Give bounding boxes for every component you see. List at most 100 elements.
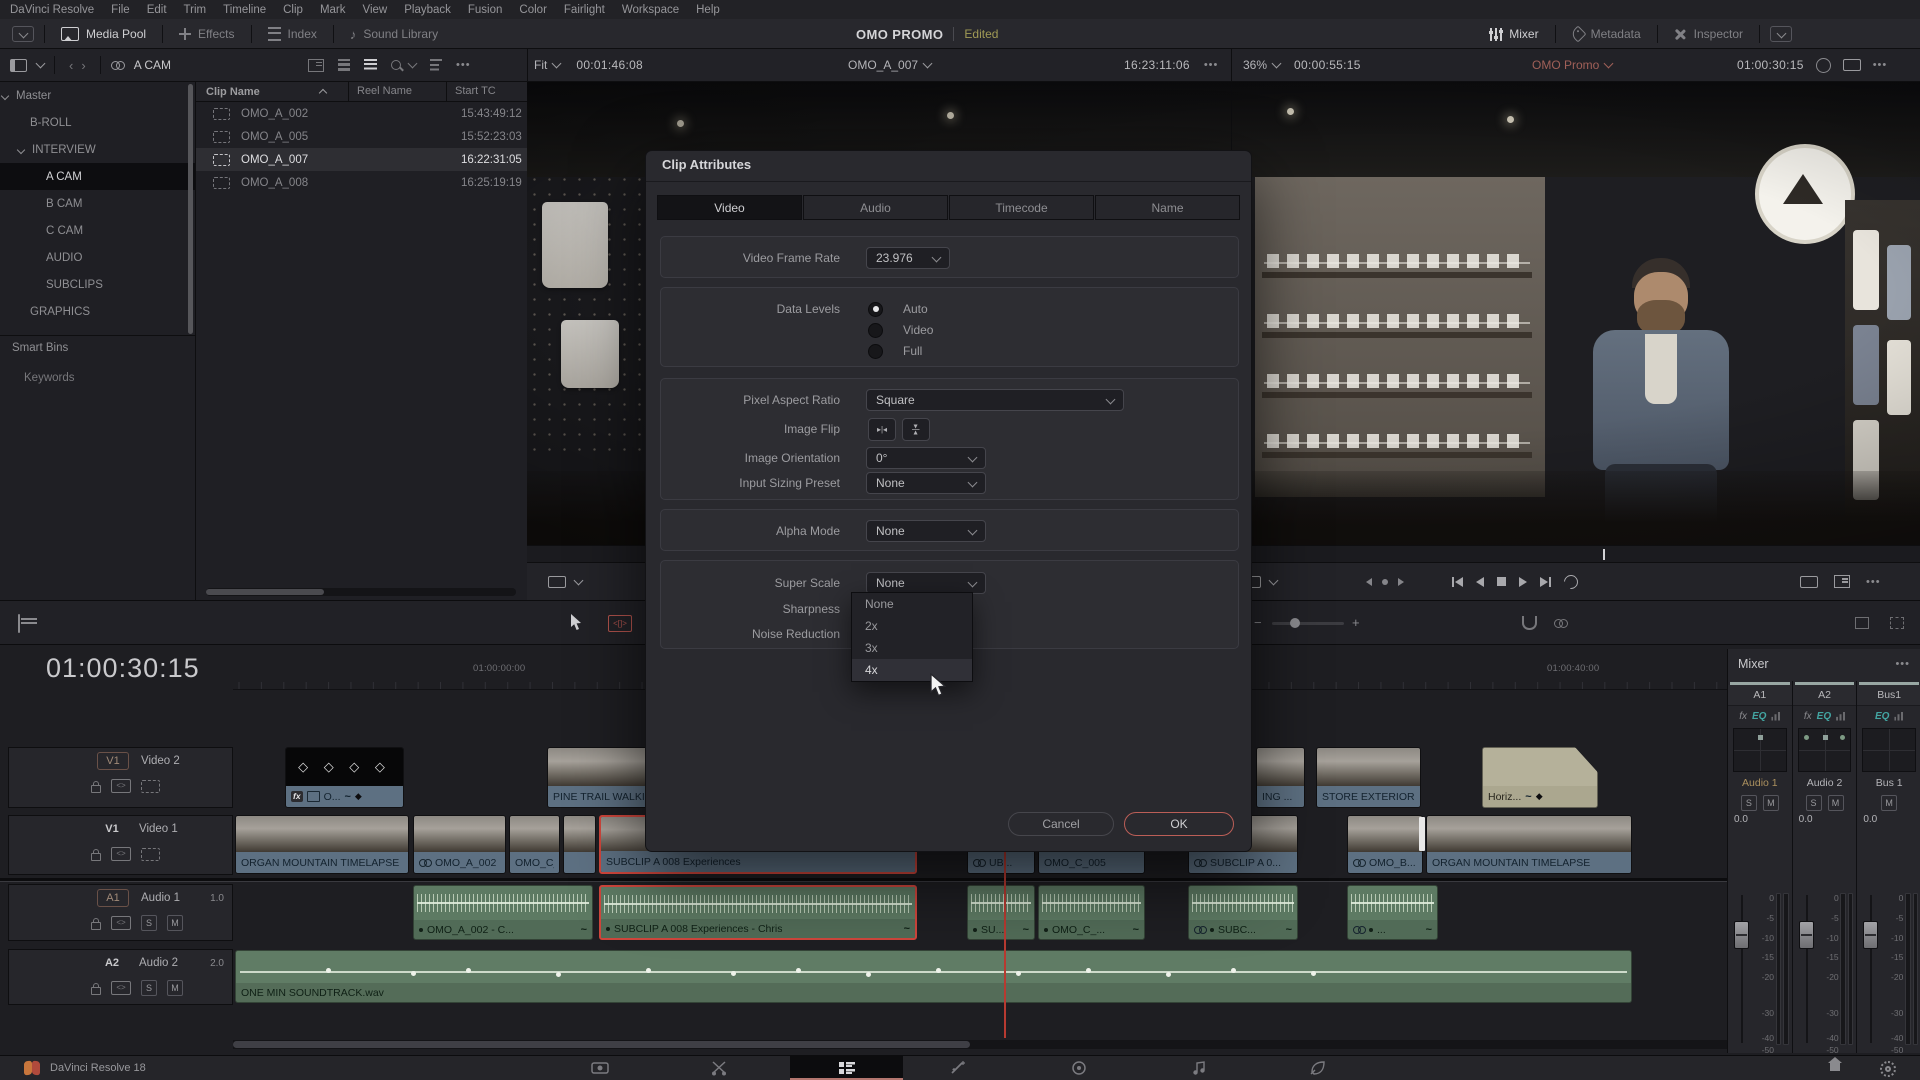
clip-row[interactable]: OMO_A_002 15:43:49:12 <box>196 102 527 125</box>
back-button[interactable]: ‹ <box>65 58 77 73</box>
page-media[interactable] <box>577 1056 623 1080</box>
play-button[interactable] <box>1519 577 1527 587</box>
metadata-view-icon[interactable] <box>308 59 324 72</box>
fader[interactable]: 0-5-10-15-20-30-40-50 <box>1857 889 1920 1049</box>
timeline-extra-icon[interactable] <box>1855 617 1869 629</box>
keywords-item[interactable]: Keywords <box>24 372 75 384</box>
source-clip-chevron-icon[interactable] <box>923 59 933 69</box>
track-header-video1[interactable]: V1Video 1 <> <box>8 815 233 875</box>
eq-label[interactable]: EQ <box>1752 711 1766 722</box>
timeline-overlay-chevron-icon[interactable] <box>1269 575 1279 585</box>
zoom-in-icon[interactable]: + <box>1352 615 1360 630</box>
radio-auto[interactable] <box>868 302 883 317</box>
fx-label[interactable]: fx <box>1804 711 1812 722</box>
next-marker-icon[interactable] <box>1398 578 1404 586</box>
bin-item[interactable]: INTERVIEW <box>0 136 195 163</box>
auto-select-icon[interactable]: <> <box>111 779 131 793</box>
source-overlay-icon[interactable] <box>548 576 566 588</box>
menu-item[interactable]: Clip <box>283 4 303 16</box>
column-start-tc[interactable]: Start TC <box>446 82 527 101</box>
source-zoom-chevron-icon[interactable] <box>552 59 562 69</box>
track-enable-icon[interactable] <box>141 848 160 861</box>
fader-handle[interactable] <box>1799 921 1814 949</box>
fader-handle[interactable] <box>1734 921 1749 949</box>
menu-item[interactable]: File <box>111 4 130 16</box>
menu-item[interactable]: Edit <box>147 4 167 16</box>
alpha-mode-select[interactable]: None <box>866 520 986 542</box>
timeline-clip[interactable]: OMO_B... <box>1347 815 1423 874</box>
zoom-out-icon[interactable]: − <box>1254 615 1262 630</box>
media-pool-button[interactable]: Media Pool <box>55 27 152 41</box>
timeline-view-options-icon[interactable] <box>18 614 20 633</box>
column-reel-name[interactable]: Reel Name <box>348 82 446 101</box>
track-patch[interactable]: A2 <box>97 957 127 969</box>
track-patch[interactable]: V1 <box>97 823 127 835</box>
last-frame-button[interactable] <box>1540 577 1551 587</box>
timeline-zoom-slider[interactable] <box>1272 622 1344 625</box>
bin-item[interactable]: B-ROLL <box>0 109 195 136</box>
timeline-zoom-chevron-icon[interactable] <box>1272 59 1282 69</box>
panel-collapse-button[interactable] <box>12 26 34 42</box>
timeline-extra-icon[interactable] <box>1890 617 1904 629</box>
list-view-icon[interactable] <box>364 59 377 72</box>
search-chevron-icon[interactable] <box>408 59 418 69</box>
menu-item[interactable]: DaVinci Resolve <box>10 4 94 16</box>
dialog-tab[interactable]: Name <box>1095 195 1240 220</box>
source-overlay-chevron-icon[interactable] <box>574 575 584 585</box>
play-reverse-button[interactable] <box>1476 577 1484 587</box>
timeline-scrollbar[interactable] <box>233 1040 1727 1049</box>
menu-item[interactable]: Fusion <box>468 4 503 16</box>
source-clip-name[interactable]: OMO_A_007 <box>848 58 918 72</box>
pixel-aspect-ratio-select[interactable]: Square <box>866 389 1124 411</box>
metadata-button[interactable]: Metadata <box>1566 27 1647 41</box>
fader[interactable]: 0-5-10-15-20-30-40-50 <box>1793 889 1857 1049</box>
bin-expand-chevron-icon[interactable] <box>17 145 25 153</box>
edit-point-marker[interactable] <box>1419 817 1425 851</box>
grab-still-icon[interactable] <box>1834 575 1850 588</box>
video-frame-rate-select[interactable]: 23.976 <box>866 247 950 269</box>
menu-item[interactable]: Workspace <box>622 4 679 16</box>
radio-full[interactable] <box>868 344 883 359</box>
mute-button[interactable]: M <box>167 915 183 931</box>
solo-button[interactable]: S <box>141 980 157 996</box>
effects-button[interactable]: Effects <box>173 27 240 41</box>
radio-label[interactable]: Full <box>903 344 922 358</box>
loop-button[interactable] <box>1561 572 1581 592</box>
source-options-icon[interactable]: ••• <box>1204 59 1219 71</box>
index-button[interactable]: Index <box>262 27 323 41</box>
page-edit[interactable] <box>824 1056 870 1080</box>
track-patch[interactable]: V1 <box>97 752 129 770</box>
track-header-video2[interactable]: V1Video 2 <> <box>8 747 233 808</box>
clip-row[interactable]: OMO_A_008 16:25:19:19 <box>196 171 527 194</box>
track-header-audio1[interactable]: A1Audio 11.0 <>SM <box>8 884 233 941</box>
bin-panel-chevron-icon[interactable] <box>36 59 46 69</box>
lock-icon[interactable] <box>91 853 101 861</box>
mute-button[interactable]: M <box>167 980 183 996</box>
menu-item[interactable]: Mark <box>320 4 346 16</box>
timeline-clip[interactable]: fx ING ... ~◆ ~◆ <box>1256 747 1305 808</box>
timeline-audio-clip[interactable]: OMO_C_... ~ <box>1038 885 1145 940</box>
clip-list-scrollbar[interactable] <box>206 588 516 596</box>
refresh-icon[interactable] <box>1816 58 1831 73</box>
flip-horizontal-button[interactable]: ▸|◂ <box>868 418 896 441</box>
menu-item[interactable]: Color <box>519 4 546 16</box>
solo-button[interactable]: S <box>1806 795 1822 811</box>
cancel-button[interactable]: Cancel <box>1008 812 1114 836</box>
timeline-name-chevron-icon[interactable] <box>1604 59 1614 69</box>
inspector-button[interactable]: Inspector <box>1668 27 1749 41</box>
timeline-audio-clip[interactable]: ... ~ <box>1347 885 1438 940</box>
eq-label[interactable]: EQ <box>1817 711 1831 722</box>
first-frame-button[interactable] <box>1452 577 1463 587</box>
timeline-clip[interactable]: fx O... ~◆ ~◆ <box>285 747 404 808</box>
timeline-clip[interactable]: fx Horiz... ~◆ ~◆ <box>1482 747 1598 808</box>
relink-icon[interactable] <box>111 61 124 69</box>
timeline-audio-clip[interactable]: ONE MIN SOUNDTRACK.wav <box>235 950 1632 1003</box>
selection-tool-icon[interactable] <box>570 614 584 631</box>
snapping-icon[interactable] <box>1522 616 1537 630</box>
menu-item[interactable]: Help <box>696 4 720 16</box>
lock-icon[interactable] <box>91 922 101 930</box>
smart-bins-header[interactable]: Smart Bins <box>12 342 68 354</box>
timeline-scrollbar-thumb[interactable] <box>233 1041 970 1048</box>
dialog-tab[interactable]: Timecode <box>949 195 1094 220</box>
page-fusion[interactable] <box>936 1056 982 1080</box>
